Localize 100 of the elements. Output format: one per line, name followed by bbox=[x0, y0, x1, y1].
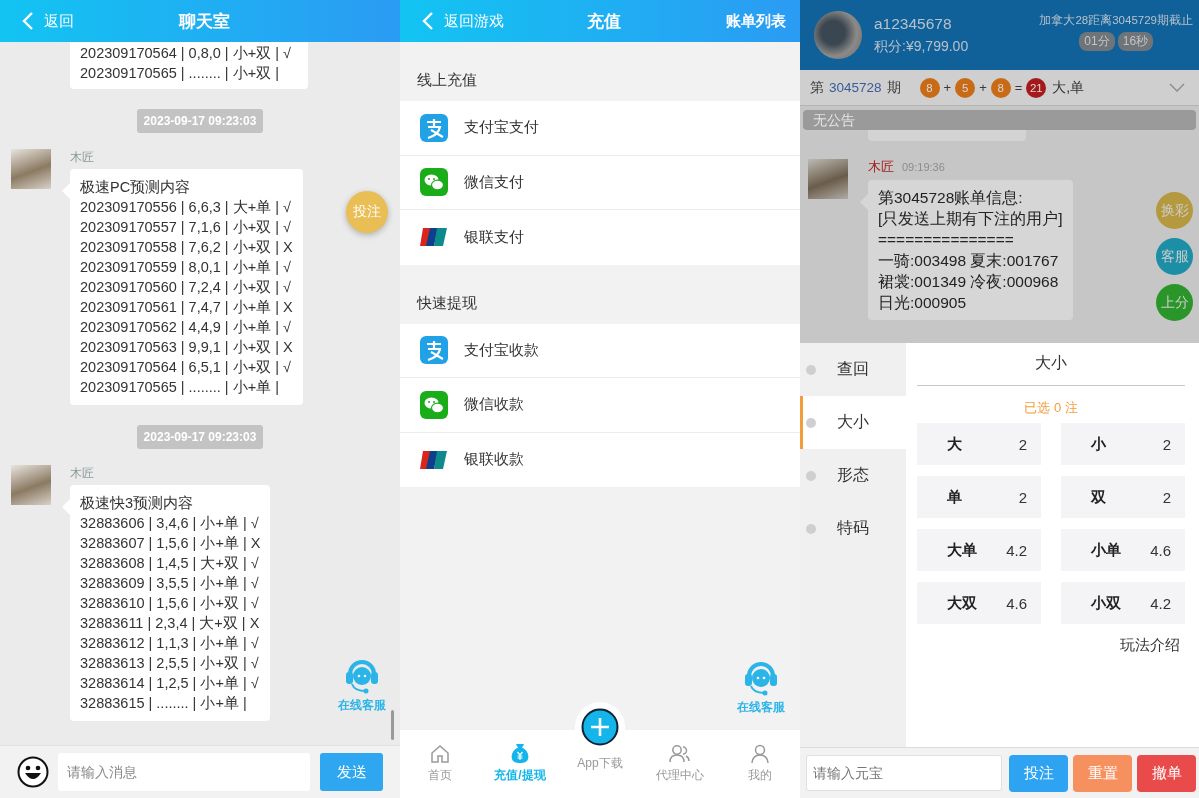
message-line: 日光:000905 bbox=[878, 293, 968, 313]
user-icon bbox=[750, 744, 770, 764]
countdown-minutes: 01分 bbox=[1079, 32, 1115, 51]
message-line: 202309170563 | 9,9,1 | 小+双 | X bbox=[80, 338, 293, 357]
bet-option[interactable]: 大双 4.6 bbox=[917, 582, 1041, 624]
message-line: 202309170565 | ........ | 小+双 | bbox=[80, 64, 280, 83]
period-label: 第 bbox=[810, 78, 824, 97]
message-line: [只发送上期有下注的用户] bbox=[878, 209, 1063, 229]
payment-option[interactable]: 银联支付 bbox=[400, 210, 800, 265]
message-line: 202309170559 | 8,0,1 | 小+单 | √ bbox=[80, 258, 292, 277]
option-name: 大双 bbox=[947, 593, 977, 613]
result-bar[interactable]: 第 3045728 期 8 + 5 + 8 = 21 大,单 bbox=[800, 70, 1199, 106]
bet-option[interactable]: 小双 4.2 bbox=[1061, 582, 1185, 624]
payment-option[interactable]: 微信支付 bbox=[400, 155, 800, 210]
option-odds: 4.6 bbox=[1006, 594, 1027, 612]
category-tab[interactable]: 形态 bbox=[800, 449, 906, 502]
sender-name: 木匠 bbox=[70, 465, 95, 482]
dot-icon bbox=[806, 523, 816, 534]
bet-option[interactable]: 双 2 bbox=[1061, 476, 1185, 518]
bet-option[interactable]: 小单 4.6 bbox=[1061, 529, 1185, 571]
message-time: 09:19:36 bbox=[902, 161, 945, 173]
message-line: 32883612 | 1,1,3 | 小+单 | √ bbox=[80, 634, 260, 653]
message-line: 202309170557 | 7,1,6 | 小+双 | √ bbox=[80, 218, 292, 237]
countdown-seconds: 16秒 bbox=[1117, 32, 1154, 51]
amount-input[interactable]: 请输入元宝 bbox=[806, 755, 1002, 791]
option-odds: 2 bbox=[1162, 488, 1171, 506]
message-input[interactable]: 请输入消息 bbox=[58, 753, 310, 791]
option-odds: 2 bbox=[1162, 435, 1171, 453]
message-line: 202309170560 | 7,2,4 | 小+双 | √ bbox=[80, 278, 292, 297]
people-icon bbox=[669, 744, 691, 764]
plus-icon bbox=[581, 708, 619, 746]
points-balance: 积分:¥9,799.00 bbox=[874, 37, 970, 56]
message-line: 202309170564 | 6,5,1 | 小+双 | √ bbox=[80, 358, 292, 377]
option-name: 小双 bbox=[1091, 593, 1121, 613]
payment-option[interactable]: 银联收款 bbox=[400, 432, 800, 487]
alipay-icon bbox=[420, 113, 448, 142]
result-text: 大,单 bbox=[1052, 78, 1085, 97]
message-line: 极速PC预测内容 bbox=[80, 178, 192, 197]
home-icon bbox=[430, 744, 450, 764]
message-line: 32883607 | 1,5,6 | 小+单 | X bbox=[80, 534, 261, 553]
bet-option[interactable]: 单 2 bbox=[917, 476, 1041, 518]
option-odds: 2 bbox=[1018, 435, 1027, 453]
message-line: 202309170565 | ........ | 小+单 | bbox=[80, 378, 280, 397]
option-name: 大单 bbox=[947, 540, 977, 560]
number-ball: 8 bbox=[919, 77, 940, 98]
category-tab[interactable]: 特码 bbox=[800, 502, 906, 555]
dot-icon bbox=[806, 417, 816, 428]
option-odds: 4.2 bbox=[1150, 594, 1171, 612]
category-tab[interactable]: 大小 bbox=[800, 396, 906, 449]
timestamp: 2023-09-17 09:23:03 bbox=[136, 425, 264, 449]
period-label: 期 bbox=[886, 78, 901, 97]
message-line: 32883606 | 3,4,6 | 小+单 | √ bbox=[80, 514, 260, 533]
message-line: 32883615 | ........ | 小+单 | bbox=[80, 694, 248, 713]
option-name: 单 bbox=[947, 487, 962, 507]
message-line: 32883614 | 1,2,5 | 小+单 | √ bbox=[80, 674, 260, 693]
payment-option[interactable]: 微信收款 bbox=[400, 378, 800, 433]
photo-placeholder bbox=[808, 159, 848, 199]
number-ball: 21 bbox=[1026, 77, 1047, 98]
bet-option[interactable]: 大 2 bbox=[917, 423, 1041, 465]
wechat-icon bbox=[420, 390, 448, 419]
photo-placeholder bbox=[11, 465, 51, 505]
category-tab[interactable]: 查回 bbox=[800, 343, 906, 396]
page-title: 充值 bbox=[587, 10, 621, 33]
chevron-down-icon[interactable] bbox=[1169, 83, 1185, 92]
sender-name: 木匠 bbox=[868, 159, 894, 176]
cancel-button[interactable]: 撤单 bbox=[1137, 754, 1196, 792]
section-title: 线上充值 bbox=[416, 71, 478, 90]
payment-option[interactable]: 支付宝支付 bbox=[400, 101, 800, 156]
money-bag-icon bbox=[510, 742, 530, 764]
bet-option[interactable]: 大单 4.2 bbox=[917, 529, 1041, 571]
section-title: 快速提现 bbox=[415, 293, 478, 313]
sender-name: 木匠 bbox=[70, 149, 95, 166]
message-line: 202309170558 | 7,6,2 | 小+双 | X bbox=[80, 238, 293, 257]
scrollbar[interactable] bbox=[391, 710, 394, 740]
message-line: 32883613 | 2,5,5 | 小+双 | √ bbox=[80, 654, 260, 673]
number-ball: 8 bbox=[990, 77, 1011, 98]
payment-option[interactable]: 支付宝收款 bbox=[400, 323, 800, 378]
unionpay-icon bbox=[420, 227, 448, 248]
message-line: 裙裳:001349 冷夜:000968 bbox=[878, 272, 1060, 292]
message-line: 202309170562 | 4,4,9 | 小+单 | √ bbox=[80, 318, 292, 337]
unionpay-icon bbox=[420, 449, 448, 470]
wechat-icon bbox=[420, 168, 448, 197]
photo-placeholder bbox=[11, 149, 51, 189]
period-number: 3045728 bbox=[829, 80, 882, 95]
operator: + bbox=[979, 80, 987, 95]
bet-option[interactable]: 小 2 bbox=[1061, 423, 1185, 465]
message-line: 32883609 | 3,5,5 | 小+单 | √ bbox=[80, 574, 260, 593]
rules-link[interactable]: 玩法介绍 bbox=[1120, 636, 1180, 655]
message-line: 32883610 | 1,5,6 | 小+双 | √ bbox=[80, 594, 260, 613]
option-name: 双 bbox=[1091, 487, 1106, 507]
smiley-icon[interactable] bbox=[17, 756, 49, 788]
option-odds: 4.2 bbox=[1006, 541, 1027, 559]
option-name: 小 bbox=[1091, 434, 1106, 454]
countdown-label: 加拿大28距离3045729期截止 bbox=[1039, 13, 1193, 28]
selection-count: 已选 0 注 bbox=[1023, 399, 1079, 417]
page-title: 聊天室 bbox=[178, 10, 230, 33]
alipay-icon bbox=[420, 336, 448, 365]
message-line: =============== bbox=[878, 230, 1015, 250]
message-line: 202309170556 | 6,6,3 | 大+单 | √ bbox=[80, 198, 292, 217]
message-line: 第3045728账单信息: bbox=[878, 188, 1024, 208]
